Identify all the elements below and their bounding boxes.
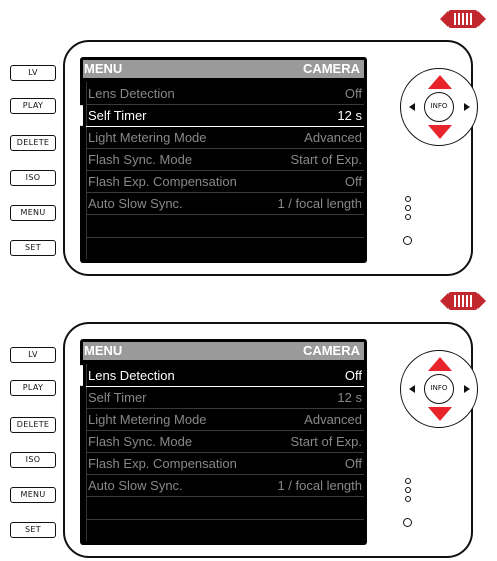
menu-row-self-timer[interactable]: Self Timer 12 s (86, 387, 364, 409)
menu-header: MENU CAMERA (83, 60, 364, 78)
menu-row-label: Light Metering Mode (88, 412, 207, 427)
menu-row-value: Start of Exp. (290, 434, 362, 449)
thumbwheel-body (448, 292, 478, 310)
thumbwheel-icon[interactable] (440, 290, 486, 312)
thumbwheel-body (448, 10, 478, 28)
arrow-left-icon[interactable] (409, 103, 415, 111)
menu-title: MENU (84, 61, 123, 76)
camera-panel-bottom: LV PLAY DELETE ISO MENU SET MENU CAMERA … (0, 282, 497, 558)
menu-row-flash-sync-mode[interactable]: Flash Sync. Mode Start of Exp. (86, 431, 364, 453)
menu-empty-row-divider (86, 237, 364, 238)
status-led-icon (403, 236, 412, 245)
menu-row-label: Flash Sync. Mode (88, 434, 193, 449)
menu-row-label: Light Metering Mode (88, 130, 207, 145)
arrow-up-icon[interactable] (428, 357, 452, 371)
menu-row-label: Lens Detection (88, 368, 175, 383)
arrow-left-icon (440, 11, 448, 27)
arrow-right-icon[interactable] (464, 385, 470, 393)
arrow-right-icon (478, 293, 486, 309)
navigation-dial[interactable]: INFO (400, 68, 478, 146)
thumbwheel-icon[interactable] (440, 8, 486, 30)
arrow-left-icon (440, 293, 448, 309)
menu-row-label: Auto Slow Sync. (88, 196, 183, 211)
menu-section-title: CAMERA (302, 61, 360, 76)
menu-row-light-metering-mode[interactable]: Light Metering Mode Advanced (86, 127, 364, 149)
arrow-down-icon[interactable] (428, 125, 452, 139)
lv-button[interactable]: LV (10, 65, 56, 81)
menu-row-label: Flash Exp. Compensation (88, 174, 237, 189)
menu-row-value: Off (344, 456, 362, 471)
menu-row-value: 12 s (337, 390, 362, 405)
menu-header: MENU CAMERA (83, 342, 364, 360)
set-button[interactable]: SET (10, 522, 56, 538)
arrow-right-icon[interactable] (464, 103, 470, 111)
info-button[interactable]: INFO (424, 374, 454, 404)
menu-section-title: CAMERA (302, 343, 360, 358)
indicator-dots-icon (405, 478, 413, 505)
menu-row-value: 12 s (337, 108, 362, 123)
menu-row-value: 1 / focal length (277, 196, 362, 211)
menu-row-label: Lens Detection (88, 86, 175, 101)
menu-row-label: Self Timer (88, 390, 147, 405)
iso-button[interactable]: ISO (10, 452, 56, 468)
menu-row-value: Advanced (304, 412, 362, 427)
menu-title: MENU (84, 343, 123, 358)
menu-row-auto-slow-sync[interactable]: Auto Slow Sync. 1 / focal length (86, 475, 364, 497)
navigation-dial[interactable]: INFO (400, 350, 478, 428)
menu-row-flash-exp-compensation[interactable]: Flash Exp. Compensation Off (86, 171, 364, 193)
status-led-icon (403, 518, 412, 527)
menu-button[interactable]: MENU (10, 205, 56, 221)
menu-screen: MENU CAMERA Lens Detection Off Self Time… (80, 57, 367, 263)
menu-row-value: Start of Exp. (290, 152, 362, 167)
menu-row-lens-detection[interactable]: Lens Detection Off (80, 365, 364, 387)
arrow-right-icon (478, 11, 486, 27)
menu-button[interactable]: MENU (10, 487, 56, 503)
iso-button[interactable]: ISO (10, 170, 56, 186)
arrow-down-icon[interactable] (428, 407, 452, 421)
set-button[interactable]: SET (10, 240, 56, 256)
arrow-left-icon[interactable] (409, 385, 415, 393)
menu-screen: MENU CAMERA Lens Detection Off Self Time… (80, 339, 367, 545)
lv-button[interactable]: LV (10, 347, 56, 363)
camera-panel-top: LV PLAY DELETE ISO MENU SET MENU CAMERA … (0, 0, 497, 276)
menu-empty-row-divider (86, 519, 364, 520)
menu-row-self-timer[interactable]: Self Timer 12 s (80, 105, 364, 127)
menu-row-value: Off (344, 174, 362, 189)
arrow-up-icon[interactable] (428, 75, 452, 89)
delete-button[interactable]: DELETE (10, 135, 56, 151)
indicator-dots-icon (405, 196, 413, 223)
menu-row-value: Advanced (304, 130, 362, 145)
menu-row-label: Self Timer (88, 108, 147, 123)
menu-row-lens-detection[interactable]: Lens Detection Off (86, 83, 364, 105)
menu-row-label: Auto Slow Sync. (88, 478, 183, 493)
play-button[interactable]: PLAY (10, 380, 56, 396)
menu-row-value: 1 / focal length (277, 478, 362, 493)
menu-row-value: Off (344, 86, 362, 101)
menu-row-label: Flash Sync. Mode (88, 152, 193, 167)
info-button[interactable]: INFO (424, 92, 454, 122)
play-button[interactable]: PLAY (10, 98, 56, 114)
menu-row-flash-exp-compensation[interactable]: Flash Exp. Compensation Off (86, 453, 364, 475)
menu-row-value: Off (344, 368, 362, 383)
delete-button[interactable]: DELETE (10, 417, 56, 433)
menu-row-light-metering-mode[interactable]: Light Metering Mode Advanced (86, 409, 364, 431)
menu-row-auto-slow-sync[interactable]: Auto Slow Sync. 1 / focal length (86, 193, 364, 215)
menu-row-label: Flash Exp. Compensation (88, 456, 237, 471)
menu-row-flash-sync-mode[interactable]: Flash Sync. Mode Start of Exp. (86, 149, 364, 171)
